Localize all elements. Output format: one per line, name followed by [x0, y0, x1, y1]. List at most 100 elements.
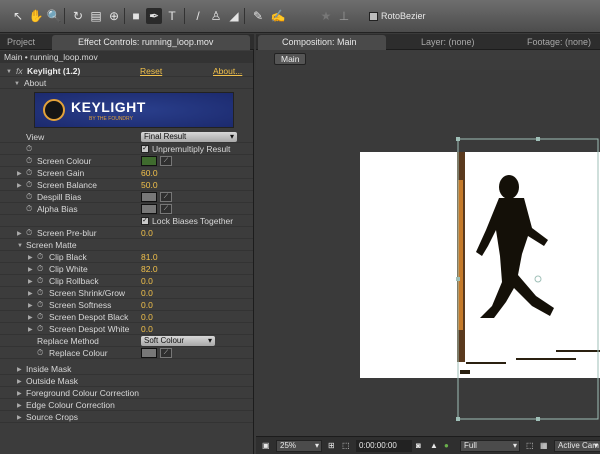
group-edge-colour-correction[interactable]: ▶ Edge Colour Correction	[0, 399, 253, 411]
stopwatch-icon[interactable]: ⏱	[37, 299, 43, 311]
tab-project[interactable]: Project	[2, 35, 40, 50]
puppet-tool-icon[interactable]: ✍	[270, 8, 286, 24]
group-source-crops[interactable]: ▶ Source Crops	[0, 411, 253, 423]
transparency-grid-icon[interactable]: ▦	[540, 440, 548, 452]
stopwatch-icon[interactable]: ⏱	[26, 167, 32, 179]
current-time-display[interactable]: 0:00:00:00	[356, 440, 412, 452]
composition-viewer[interactable]	[256, 70, 600, 436]
stopwatch-icon[interactable]: ⏱	[37, 251, 43, 263]
stopwatch-icon[interactable]: ⏱	[37, 263, 43, 275]
group-label: Foreground Colour Correction	[26, 388, 139, 398]
param-label: Clip Black	[49, 252, 87, 262]
stopwatch-icon[interactable]: ⏱	[26, 179, 32, 191]
chevron-down-icon[interactable]: ▼	[14, 78, 20, 90]
rotobezier-checkbox[interactable]	[369, 12, 378, 21]
clip-rollback-value[interactable]: 0.0	[141, 275, 153, 287]
eraser-tool-icon[interactable]: ◢	[226, 8, 242, 24]
lock-biases-row: ✓ Lock Biases Together	[0, 215, 253, 227]
param-screen-despot-black: ▶ ⏱ Screen Despot Black 0.0	[0, 311, 253, 323]
eyedropper-icon[interactable]: ⟋	[160, 156, 172, 166]
screen-gain-value[interactable]: 60.0	[141, 167, 158, 179]
group-outside-mask[interactable]: ▶ Outside Mask	[0, 375, 253, 387]
alpha-bias-swatch[interactable]	[141, 204, 157, 214]
stopwatch-icon[interactable]: ⏱	[26, 191, 32, 203]
show-snapshot-icon[interactable]: ▲	[430, 440, 438, 452]
tab-composition[interactable]: Composition: Main	[258, 35, 386, 50]
clip-white-value[interactable]: 82.0	[141, 263, 158, 275]
stopwatch-icon[interactable]: ⏱	[37, 311, 43, 323]
eyedropper-icon[interactable]: ⟋	[160, 192, 172, 202]
camera-view-dropdown[interactable]: Active Cam	[554, 440, 600, 452]
screen-matte-group[interactable]: ▼ Screen Matte	[0, 239, 253, 251]
snapshot-icon[interactable]: ◙	[416, 440, 421, 452]
left-panel-tabs: Project Effect Controls: running_loop.mo…	[0, 34, 254, 50]
selection-tool-icon[interactable]: ↖	[10, 8, 26, 24]
screen-despot-white-value[interactable]: 0.0	[141, 323, 153, 335]
unpremultiply-checkbox[interactable]: ✓	[141, 145, 149, 153]
clip-black-value[interactable]: 81.0	[141, 251, 158, 263]
stopwatch-icon[interactable]: ⏱	[37, 323, 43, 335]
resolution-dropdown[interactable]: Full	[460, 440, 520, 452]
stopwatch-icon[interactable]: ⏱	[26, 227, 32, 239]
unpremultiply-label: Unpremultiply Result	[152, 144, 231, 154]
channels-icon[interactable]: ●	[444, 440, 449, 452]
layer-handle[interactable]	[536, 417, 540, 421]
zoom-dropdown[interactable]: 25%	[276, 440, 322, 452]
toolbar-divider	[124, 8, 125, 24]
replace-colour-label: Replace Colour	[49, 348, 108, 358]
roto-brush-tool-icon[interactable]: ✎	[250, 8, 266, 24]
screen-softness-value[interactable]: 0.0	[141, 299, 153, 311]
reset-button[interactable]: Reset	[140, 65, 162, 77]
about-group[interactable]: ▼ About	[0, 77, 253, 89]
stopwatch-icon[interactable]: ⏱	[37, 287, 43, 299]
tab-layer[interactable]: Layer: (none)	[416, 35, 480, 50]
mask-visibility-icon[interactable]: ⬚	[342, 440, 350, 452]
grid-icon[interactable]: ▣	[262, 440, 270, 452]
replace-colour-swatch[interactable]	[141, 348, 157, 358]
eyedropper-icon[interactable]: ⟋	[160, 204, 172, 214]
layer-handle[interactable]	[456, 137, 460, 141]
pan-behind-tool-icon[interactable]: ⊕	[106, 8, 122, 24]
stopwatch-icon[interactable]: ⏱	[26, 143, 32, 155]
rotation-tool-icon[interactable]: ↻	[70, 8, 86, 24]
chevron-right-icon[interactable]: ▶	[17, 412, 22, 424]
view-dropdown[interactable]: Final Result	[141, 132, 237, 142]
stopwatch-icon[interactable]: ⏱	[37, 347, 43, 359]
screen-despot-black-value[interactable]: 0.0	[141, 311, 153, 323]
group-foreground-colour-correction[interactable]: ▶ Foreground Colour Correction	[0, 387, 253, 399]
param-label: Screen Pre-blur	[37, 228, 97, 238]
stopwatch-icon[interactable]: ⏱	[37, 275, 43, 287]
param-alpha-bias: ⏱ Alpha Bias ⟋	[0, 203, 253, 215]
pen-tool-icon[interactable]: ✒	[146, 8, 162, 24]
fx-icon: fx	[16, 66, 23, 76]
screen-balance-value[interactable]: 50.0	[141, 179, 158, 191]
region-of-interest-icon[interactable]: ⬚	[526, 440, 534, 452]
zoom-tool-icon[interactable]: 🔍	[46, 8, 62, 24]
hand-tool-icon[interactable]: ✋	[28, 8, 44, 24]
eyedropper-icon[interactable]: ⟋	[160, 348, 172, 358]
tab-footage[interactable]: Footage: (none)	[522, 35, 596, 50]
rectangle-tool-icon[interactable]: ■	[128, 8, 144, 24]
clone-stamp-tool-icon[interactable]: ♙	[208, 8, 224, 24]
layer-handle[interactable]	[456, 277, 460, 281]
safe-zones-icon[interactable]: ⊞	[328, 440, 335, 452]
layer-handle[interactable]	[536, 137, 540, 141]
param-screen-balance: ▶ ⏱ Screen Balance 50.0	[0, 179, 253, 191]
stopwatch-icon[interactable]: ⏱	[26, 155, 32, 167]
about-button[interactable]: About...	[213, 65, 242, 77]
type-tool-icon[interactable]: T	[164, 8, 180, 24]
effect-header[interactable]: ▼ fx Keylight (1.2) Reset About...	[0, 65, 253, 77]
replace-method-dropdown[interactable]: Soft Colour	[141, 336, 215, 346]
layer-handle[interactable]	[456, 417, 460, 421]
group-inside-mask[interactable]: ▶ Inside Mask	[0, 363, 253, 375]
screen-colour-swatch[interactable]	[141, 156, 157, 166]
stopwatch-icon[interactable]: ⏱	[26, 203, 32, 215]
lock-biases-checkbox[interactable]: ✓	[141, 217, 149, 225]
tab-effect-controls[interactable]: Effect Controls: running_loop.mov	[52, 35, 250, 50]
despill-bias-swatch[interactable]	[141, 192, 157, 202]
camera-tool-icon[interactable]: ▤	[88, 8, 104, 24]
screen-shrink-grow-value[interactable]: 0.0	[141, 287, 153, 299]
comp-navigator-button[interactable]: Main	[274, 53, 307, 65]
screen-preblur-value[interactable]: 0.0	[141, 227, 153, 239]
brush-tool-icon[interactable]: /	[190, 8, 206, 24]
